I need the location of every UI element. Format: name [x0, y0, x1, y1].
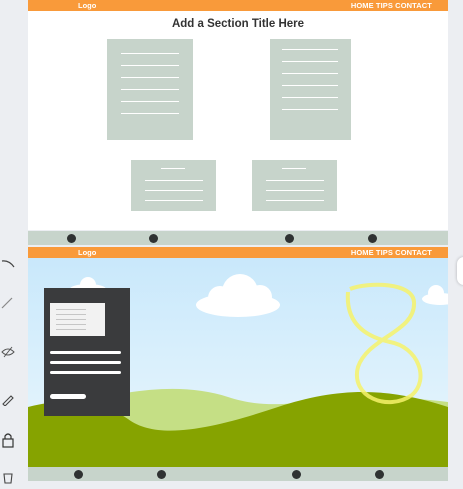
pencil-icon[interactable]	[0, 392, 16, 410]
nav-menu[interactable]: HOME TIPS CONTACT	[351, 0, 432, 11]
curve-tool-icon[interactable]	[0, 258, 16, 276]
divider-dot	[67, 234, 76, 243]
logo[interactable]: Logo	[78, 247, 96, 258]
eye-hidden-icon[interactable]	[0, 345, 16, 363]
highlighter-scribble[interactable]	[345, 282, 423, 405]
header-bar: Logo HOME TIPS CONTACT	[28, 247, 448, 258]
divider-dot	[74, 470, 83, 479]
content-card[interactable]	[270, 39, 351, 140]
content-card[interactable]	[131, 160, 216, 211]
content-card[interactable]	[107, 39, 193, 140]
hero-button[interactable]	[50, 394, 86, 399]
page-1[interactable]: Logo HOME TIPS CONTACT Add a Section Tit…	[28, 0, 448, 230]
divider-dot	[375, 470, 384, 479]
logo[interactable]: Logo	[78, 0, 96, 11]
hero-text-line	[50, 351, 121, 354]
hero-text-line	[50, 361, 121, 364]
hero-text-line	[50, 371, 121, 374]
divider-dot	[292, 470, 301, 479]
page-divider	[28, 467, 448, 481]
content-card[interactable]	[252, 160, 337, 211]
nav-menu[interactable]: HOME TIPS CONTACT	[351, 247, 432, 258]
lock-icon[interactable]	[0, 432, 16, 450]
cloud	[422, 285, 448, 305]
scroll-handle[interactable]	[457, 257, 463, 285]
cloud	[196, 274, 280, 317]
divider-dot	[368, 234, 377, 243]
section-title[interactable]: Add a Section Title Here	[28, 18, 448, 30]
divider-dot	[157, 470, 166, 479]
hero-text-card[interactable]	[44, 288, 130, 416]
pen-icon[interactable]	[0, 295, 16, 313]
hero-thumbnail	[50, 303, 105, 336]
trash-icon[interactable]	[0, 470, 16, 488]
divider-dot	[285, 234, 294, 243]
page-divider	[28, 231, 448, 245]
page-2[interactable]: Logo HOME TIPS CONTACT	[28, 247, 448, 467]
divider-dot	[149, 234, 158, 243]
editor-toolbar	[0, 0, 24, 487]
header-bar: Logo HOME TIPS CONTACT	[28, 0, 448, 11]
